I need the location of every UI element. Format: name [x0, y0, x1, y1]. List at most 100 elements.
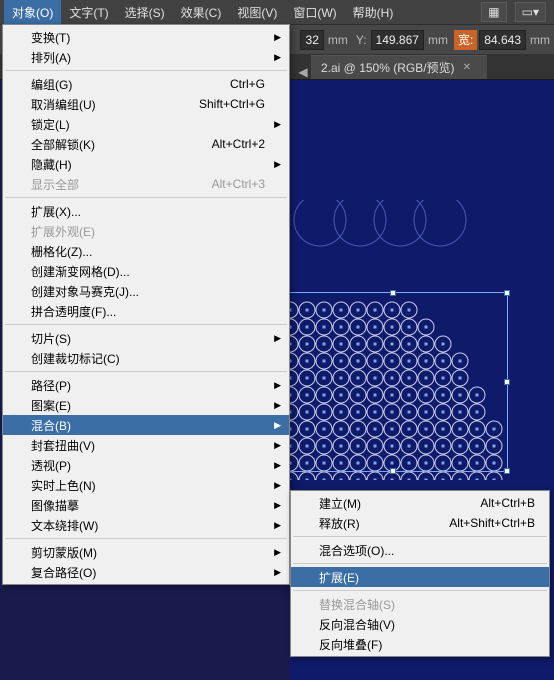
- menu-item[interactable]: 创建渐变网格(D)...: [3, 261, 289, 281]
- submenu-arrow-icon: ▶: [274, 567, 281, 578]
- screen-mode-icon[interactable]: ▭▾: [515, 2, 546, 22]
- submenu-item-label: 反向堆叠(F): [319, 636, 382, 653]
- menu-shortcut: Alt+Ctrl+3: [212, 177, 265, 191]
- tab-prev-icon[interactable]: ◀: [295, 65, 311, 79]
- unit-label: mm: [530, 33, 550, 47]
- menu-item[interactable]: 栅格化(Z)...: [3, 241, 289, 261]
- menu-item[interactable]: 排列(A)▶: [3, 47, 289, 67]
- menu-help[interactable]: 帮助(H): [345, 0, 402, 24]
- submenu-item[interactable]: 建立(M) Alt+Ctrl+B: [291, 493, 549, 513]
- submenu-arrow-icon: ▶: [274, 460, 281, 471]
- doc-tab[interactable]: 2.ai @ 150% (RGB/预览) ✕: [311, 55, 487, 79]
- menu-item[interactable]: 切片(S)▶: [3, 328, 289, 348]
- menu-item[interactable]: 编组(G)Ctrl+G: [3, 74, 289, 94]
- submenu-arrow-icon: ▶: [274, 32, 281, 43]
- submenu-arrow-icon: ▶: [274, 119, 281, 130]
- menu-item-label: 全部解锁(K): [31, 136, 95, 153]
- menu-item[interactable]: 拼合透明度(F)...: [3, 301, 289, 321]
- submenu-item-label: 建立(M): [319, 495, 361, 512]
- submenu-arrow-icon: ▶: [274, 440, 281, 451]
- menu-item-label: 排列(A): [31, 49, 71, 66]
- menu-window[interactable]: 窗口(W): [285, 0, 344, 24]
- menu-item[interactable]: 创建对象马赛克(J)...: [3, 281, 289, 301]
- x-value[interactable]: 32: [300, 30, 324, 50]
- menu-item[interactable]: 图案(E) ▶: [3, 395, 289, 415]
- menu-item-label: 透视(P): [31, 457, 71, 474]
- menu-item[interactable]: 锁定(L)▶: [3, 114, 289, 134]
- submenu-item-label: 替换混合轴(S): [319, 596, 395, 613]
- menu-item[interactable]: 文本绕排(W) ▶: [3, 515, 289, 535]
- w-label: 宽:: [454, 30, 477, 50]
- menu-item-label: 拼合透明度(F)...: [31, 303, 116, 320]
- menu-item[interactable]: 图像描摹 ▶: [3, 495, 289, 515]
- menu-item-label: 扩展(X)...: [31, 203, 81, 220]
- menu-item[interactable]: 创建裁切标记(C): [3, 348, 289, 368]
- menu-shortcut: Shift+Ctrl+G: [199, 97, 265, 111]
- menu-item-label: 扩展外观(E): [31, 223, 95, 240]
- menu-item-label: 混合(B): [31, 417, 71, 434]
- layout-icon[interactable]: ▦: [481, 2, 506, 22]
- submenu-item: 替换混合轴(S): [291, 594, 549, 614]
- tab-label: 2.ai @ 150% (RGB/预览): [321, 59, 455, 76]
- menu-item[interactable]: 混合(B) ▶: [3, 415, 289, 435]
- y-input[interactable]: 149.867: [371, 30, 424, 50]
- submenu-arrow-icon: ▶: [274, 547, 281, 558]
- menu-item-label: 图案(E): [31, 397, 71, 414]
- menu-item: 显示全部Alt+Ctrl+3: [3, 174, 289, 194]
- menu-item-label: 实时上色(N): [31, 477, 96, 494]
- submenu-arrow-icon: ▶: [274, 380, 281, 391]
- submenu-arrow-icon: ▶: [274, 333, 281, 344]
- y-label: Y:: [356, 33, 367, 47]
- menu-select[interactable]: 选择(S): [117, 0, 173, 24]
- menu-item[interactable]: 变换(T)▶: [3, 27, 289, 47]
- selection-handle[interactable]: [504, 379, 510, 385]
- menu-item: 扩展外观(E): [3, 221, 289, 241]
- close-icon[interactable]: ✕: [463, 62, 471, 73]
- w-input[interactable]: 84.643: [479, 30, 526, 50]
- submenu-arrow-icon: ▶: [274, 420, 281, 431]
- submenu-arrow-icon: ▶: [274, 520, 281, 531]
- object-menu: 变换(T)▶排列(A)▶编组(G)Ctrl+G取消编组(U)Shift+Ctrl…: [2, 24, 290, 585]
- submenu-item-label: 释放(R): [319, 515, 360, 532]
- submenu-item[interactable]: 释放(R)Alt+Shift+Ctrl+B: [291, 513, 549, 533]
- menu-item-label: 剪切蒙版(M): [31, 544, 97, 561]
- submenu-arrow-icon: ▶: [274, 159, 281, 170]
- menu-item-label: 封套扭曲(V): [31, 437, 95, 454]
- menu-item[interactable]: 路径(P)▶: [3, 375, 289, 395]
- menu-item[interactable]: 隐藏(H) ▶: [3, 154, 289, 174]
- menu-item[interactable]: 取消编组(U)Shift+Ctrl+G: [3, 94, 289, 114]
- menu-item[interactable]: 剪切蒙版(M) ▶: [3, 542, 289, 562]
- menu-item-label: 创建对象马赛克(J)...: [31, 283, 139, 300]
- menu-item[interactable]: 封套扭曲(V) ▶: [3, 435, 289, 455]
- submenu-item[interactable]: 扩展(E): [291, 567, 549, 587]
- selection-handle[interactable]: [390, 468, 396, 474]
- menu-item-label: 隐藏(H): [31, 156, 72, 173]
- menu-item-label: 图像描摹: [31, 497, 79, 514]
- selection-handle[interactable]: [390, 290, 396, 296]
- selection-handle[interactable]: [504, 468, 510, 474]
- menu-item[interactable]: 透视(P) ▶: [3, 455, 289, 475]
- unit-label: mm: [428, 33, 448, 47]
- menu-object[interactable]: 对象(O): [4, 0, 61, 24]
- selection-handle[interactable]: [504, 290, 510, 296]
- submenu-arrow-icon: ▶: [274, 500, 281, 511]
- submenu-item-label: 混合选项(O)...: [319, 542, 394, 559]
- menu-item-label: 文本绕排(W): [31, 517, 98, 534]
- submenu-item[interactable]: 反向堆叠(F): [291, 634, 549, 654]
- menu-item[interactable]: 扩展(X)...: [3, 201, 289, 221]
- menu-shortcut: Alt+Ctrl+2: [212, 137, 265, 151]
- submenu-arrow-icon: ▶: [274, 400, 281, 411]
- menu-effect[interactable]: 效果(C): [173, 0, 230, 24]
- menu-item-label: 创建渐变网格(D)...: [31, 263, 130, 280]
- submenu-item[interactable]: 反向混合轴(V): [291, 614, 549, 634]
- menu-item[interactable]: 实时上色(N)▶: [3, 475, 289, 495]
- menu-view[interactable]: 视图(V): [229, 0, 285, 24]
- menu-type[interactable]: 文字(T): [61, 0, 116, 24]
- blend-submenu: 建立(M) Alt+Ctrl+B 释放(R)Alt+Shift+Ctrl+B 混合选项…: [290, 490, 550, 657]
- submenu-item[interactable]: 混合选项(O)...: [291, 540, 549, 560]
- menu-item[interactable]: 复合路径(O)▶: [3, 562, 289, 582]
- menu-item[interactable]: 全部解锁(K) Alt+Ctrl+2: [3, 134, 289, 154]
- unit-label: mm: [328, 33, 348, 47]
- menu-item-label: 编组(G): [31, 76, 72, 93]
- menu-shortcut: Alt+Ctrl+B: [480, 496, 535, 510]
